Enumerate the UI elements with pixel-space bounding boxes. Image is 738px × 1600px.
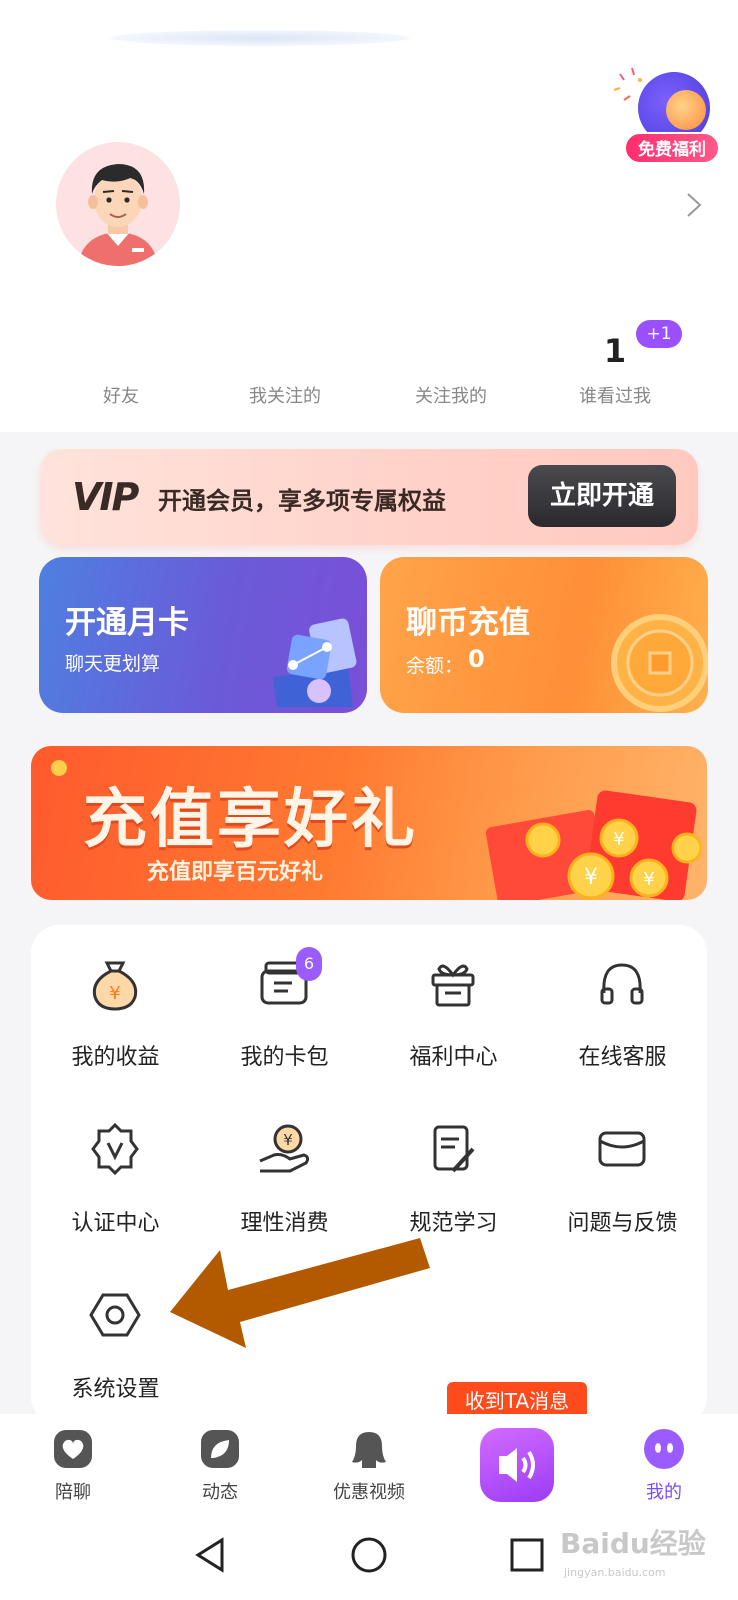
- stat-label: 我关注的: [249, 386, 321, 407]
- grid-label: 在线客服: [578, 1045, 667, 1070]
- stat-label: 谁看过我: [579, 386, 651, 407]
- vip-logo: VIP: [72, 475, 139, 519]
- grid-item-verification[interactable]: 认证中心: [31, 1091, 200, 1241]
- stat-visitors[interactable]: 1 谁看过我 +1: [530, 320, 700, 420]
- grid-label: 我的卡包: [240, 1045, 329, 1070]
- grid-item-rational-spending[interactable]: ¥ 理性消费: [200, 1091, 369, 1241]
- card-wallet-badge: 6: [296, 947, 322, 981]
- grid-label: 我的收益: [71, 1045, 160, 1070]
- stat-label: 好友: [103, 386, 139, 407]
- tab-chat[interactable]: 陪聊: [13, 1414, 133, 1512]
- tab-label: 我的: [646, 1482, 682, 1503]
- header-decoration: [110, 30, 410, 46]
- recharge-gift-banner[interactable]: 充值享好礼 充值即享百元好礼 ¥ ¥ ¥: [31, 746, 707, 900]
- free-benefits-badge[interactable]: 免费福利: [613, 67, 720, 166]
- hand-coin-icon: ¥: [259, 1124, 310, 1173]
- monthly-card-subtitle: 聊天更划算: [65, 653, 161, 675]
- tab-moments[interactable]: 动态: [160, 1414, 280, 1512]
- svg-text:¥: ¥: [109, 983, 120, 1004]
- stat-friends[interactable]: 好友: [36, 320, 206, 420]
- vip-banner[interactable]: VIP 开通会员，享多项专属权益 立即开通: [40, 449, 698, 545]
- vip-text: 开通会员，享多项专属权益: [158, 487, 446, 515]
- grid-item-earnings[interactable]: ¥ 我的收益: [31, 925, 200, 1075]
- free-benefits-label: 免费福利: [624, 132, 720, 164]
- monthly-card[interactable]: 开通月卡 聊天更划算: [39, 557, 367, 713]
- tab-discount-videos[interactable]: 优惠视频: [309, 1414, 429, 1512]
- tab-voice-center[interactable]: [480, 1428, 554, 1502]
- face-icon: [644, 1429, 684, 1469]
- profile-header: 免费福利 好友 我关注的 关注我的 1 谁看过我 +1: [0, 0, 738, 432]
- stat-count: [36, 332, 206, 376]
- tab-label: 陪聊: [55, 1482, 91, 1503]
- grid-item-guidelines[interactable]: 规范学习: [369, 1091, 538, 1241]
- tab-label: 动态: [202, 1482, 238, 1503]
- recents-square-icon[interactable]: [506, 1534, 548, 1576]
- coin-icon: [611, 614, 708, 712]
- verified-badge-icon: [91, 1122, 139, 1176]
- stat-following[interactable]: 我关注的: [200, 320, 370, 420]
- grid-label: 系统设置: [71, 1377, 160, 1402]
- open-vip-button[interactable]: 立即开通: [528, 465, 676, 527]
- sparkle-icon: [51, 760, 67, 776]
- bottom-tab-bar: 陪聊 动态 优惠视频 我的: [0, 1414, 738, 1512]
- stats-row: 好友 我关注的 关注我的 1 谁看过我 +1: [0, 320, 738, 420]
- settings-hexagon-icon: [89, 1293, 141, 1337]
- balance-label: 余额：: [406, 655, 464, 677]
- banner-subtitle: 充值即享百元好礼: [147, 860, 324, 885]
- stat-label: 关注我的: [415, 386, 487, 407]
- heart-chat-icon: [54, 1430, 92, 1468]
- balance-value: 0: [468, 645, 485, 673]
- grid-item-online-support[interactable]: 在线客服: [538, 925, 707, 1075]
- stat-count: [366, 332, 536, 376]
- avatar-icon: [78, 164, 158, 266]
- svg-text:¥: ¥: [283, 1131, 293, 1149]
- watermark: Baidu经验 jingyan.baidu.com: [560, 1522, 732, 1592]
- coin-recharge-card[interactable]: 聊币充值 余额： 0: [380, 557, 708, 713]
- monthly-card-title: 开通月卡: [65, 605, 189, 641]
- gift-box-icon: [273, 618, 357, 707]
- chevron-right-icon[interactable]: [684, 190, 704, 220]
- grid-label: 福利中心: [409, 1045, 498, 1070]
- grid-label: 问题与反馈: [567, 1211, 678, 1236]
- watermark-subtext: jingyan.baidu.com: [564, 1566, 666, 1579]
- avatar[interactable]: [56, 142, 180, 266]
- document-edit-icon: [433, 1125, 475, 1173]
- grid-item-feedback[interactable]: 问题与反馈: [538, 1091, 707, 1241]
- speaker-icon: [499, 1448, 535, 1482]
- stat-count: [200, 332, 370, 376]
- money-bag-icon: ¥: [92, 961, 138, 1011]
- red-envelope-icon: ¥ ¥ ¥: [485, 790, 701, 900]
- coin-card-title: 聊币充值: [406, 605, 530, 641]
- annotation-arrow-icon: [170, 1238, 430, 1348]
- tab-label: 优惠视频: [333, 1482, 405, 1503]
- watermark-text: Baidu经验: [560, 1527, 706, 1560]
- tab-me[interactable]: 我的: [604, 1414, 724, 1512]
- grid-item-benefits-center[interactable]: 福利中心: [369, 925, 538, 1075]
- leaf-icon: [201, 1430, 239, 1468]
- svg-text:¥: ¥: [584, 865, 598, 890]
- banner-title: 充值享好礼: [83, 783, 418, 857]
- stat-followers[interactable]: 关注我的: [366, 320, 536, 420]
- grid-item-card-wallet[interactable]: 6 我的卡包: [200, 925, 369, 1075]
- gift-icon: [431, 964, 475, 1007]
- headphones-icon: [600, 963, 644, 1005]
- visitor-badge: +1: [636, 320, 682, 348]
- back-triangle-icon[interactable]: [190, 1534, 232, 1576]
- envelope-icon: [598, 1131, 646, 1167]
- svg-text:¥: ¥: [643, 869, 654, 890]
- home-circle-icon[interactable]: [348, 1534, 390, 1576]
- svg-text:¥: ¥: [613, 829, 624, 850]
- woman-silhouette-icon: [352, 1432, 386, 1468]
